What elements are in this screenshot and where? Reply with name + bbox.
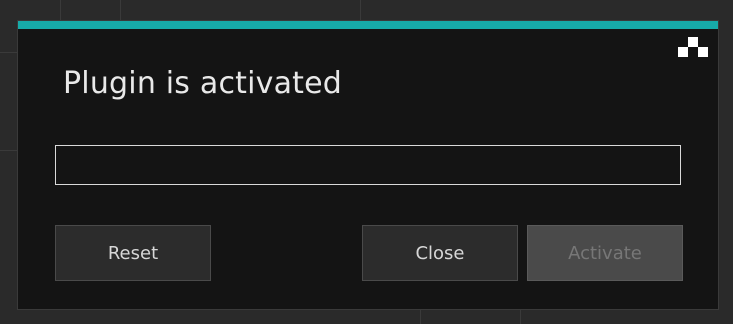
plugin-activation-dialog: Plugin is activated Reset Close Activate [17,20,719,310]
background-divider [0,150,17,151]
background-divider [360,0,361,20]
license-key-input[interactable] [55,145,681,185]
dialog-accent-bar [18,21,718,29]
plugin-logo-icon [678,35,708,59]
background-divider [0,52,17,53]
background-divider [120,0,121,20]
plugin-logo-icon [678,37,708,57]
activate-button[interactable]: Activate [527,225,683,281]
reset-button[interactable]: Reset [55,225,211,281]
dialog-title: Plugin is activated [63,66,343,101]
background-divider [520,310,521,324]
background-divider [60,0,61,20]
background-divider [420,310,421,324]
close-button[interactable]: Close [362,225,518,281]
